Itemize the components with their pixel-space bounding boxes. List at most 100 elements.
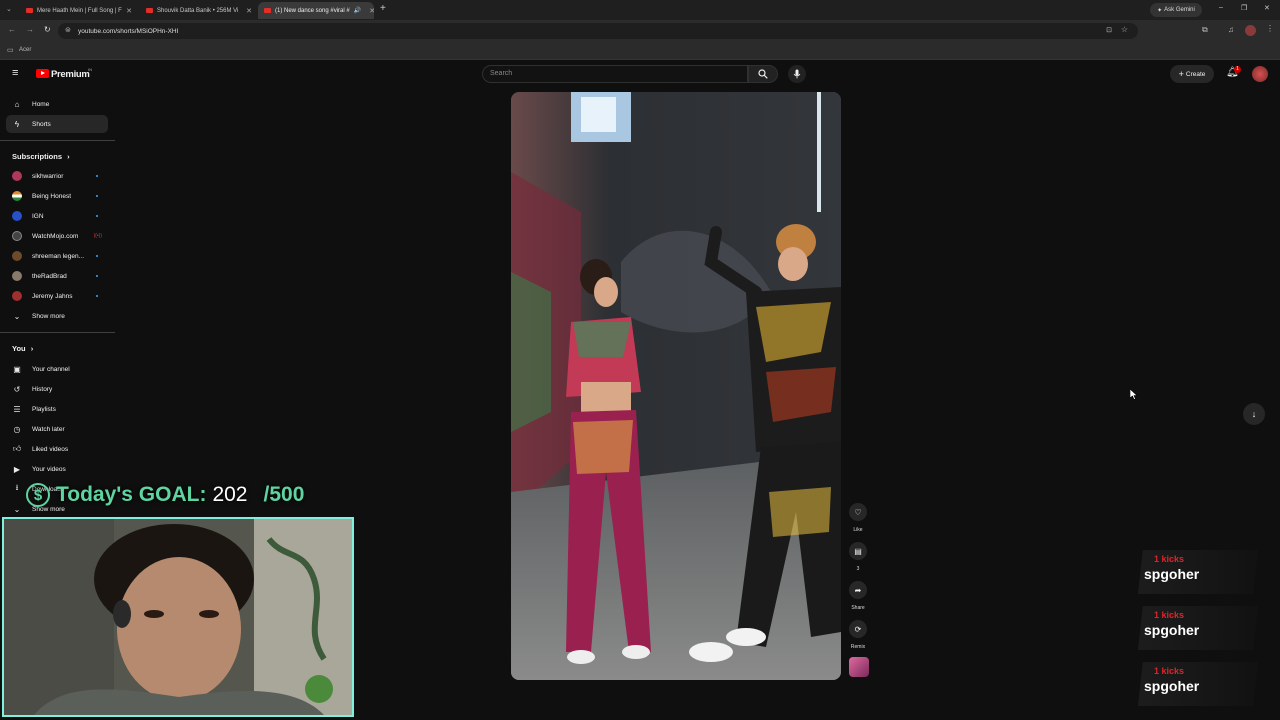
kick-username: spgoher <box>1144 622 1200 638</box>
next-short-button[interactable]: ↓ <box>1243 403 1265 425</box>
extensions-icon[interactable]: ⧉ <box>1202 25 1208 35</box>
like-icon: 👍︎ <box>12 444 22 453</box>
sidebar-item-subscription[interactable]: Being Honest <box>6 187 108 205</box>
audio-icon[interactable]: 🔊 <box>354 7 361 14</box>
plus-icon: + <box>1178 69 1184 79</box>
comment-count: 3 <box>856 566 860 572</box>
browser-tab[interactable]: Mere Haath Mein | Full Song | F ✕ <box>20 2 138 19</box>
folder-icon: ▭ <box>7 47 14 54</box>
sidebar-divider <box>0 140 115 141</box>
comments-button[interactable]: ▤ <box>849 542 867 560</box>
sidebar-item-subscription[interactable]: IGN <box>6 207 108 225</box>
url-text: youtube.com/shorts/MSiOPHn-XHI <box>78 27 179 35</box>
tab-close-icon[interactable]: ✕ <box>126 7 132 15</box>
voice-search-button[interactable] <box>788 65 806 83</box>
subscriptions-heading[interactable]: Subscriptions › <box>12 152 70 161</box>
sidebar-item-subscription[interactable]: sikhwarrior <box>6 167 108 185</box>
sound-thumbnail[interactable] <box>849 657 869 677</box>
sidebar-item-your-videos[interactable]: ▶ Your videos <box>6 460 108 478</box>
close-window-icon[interactable]: ✕ <box>1264 4 1270 12</box>
sidebar-item-subscription[interactable]: shreeman legen... <box>6 247 108 265</box>
tab-close-icon[interactable]: ✕ <box>246 7 252 15</box>
sidebar-item-subscription[interactable]: theRadBrad <box>6 267 108 285</box>
new-content-dot <box>96 195 98 197</box>
sidebar-item-liked-videos[interactable]: 👍︎ Liked videos <box>6 440 108 458</box>
minimize-icon[interactable]: – <box>1219 4 1223 11</box>
sidebar-divider <box>0 332 115 333</box>
goal-label: Today's GOAL: <box>56 483 207 506</box>
browser-tab[interactable]: Shouvik Datta Banik • 256M Vi ✕ <box>140 2 258 19</box>
youtube-favicon-icon <box>26 8 33 13</box>
youtube-favicon-icon <box>146 8 153 13</box>
webcam-overlay <box>2 517 354 717</box>
channel-avatar <box>12 211 22 221</box>
shorts-video-player[interactable] <box>511 92 841 680</box>
media-controls-icon[interactable]: ♫ <box>1228 25 1234 34</box>
bookmark-folder-acer[interactable]: Acer <box>19 47 31 53</box>
goal-target: /500 <box>263 483 305 506</box>
microphone-icon <box>793 69 801 79</box>
back-icon[interactable]: ← <box>8 25 16 34</box>
youtube-favicon-icon <box>264 8 271 13</box>
bookmark-star-icon[interactable]: ☆ <box>1121 25 1128 34</box>
like-button[interactable]: ♡ <box>849 503 867 521</box>
tab-title: Shouvik Datta Banik • 256M Vi <box>157 7 239 14</box>
clock-icon: ◷ <box>13 424 21 434</box>
sidebar-item-your-channel[interactable]: ▣ Your channel <box>6 360 108 378</box>
browser-menu-icon[interactable]: ⋮ <box>1266 24 1274 33</box>
sidebar-item-subscription[interactable]: WatchMojo.com ((•)) <box>6 227 108 245</box>
tab-list-icon[interactable]: ⌄ <box>6 5 12 13</box>
history-icon: ↺ <box>13 384 21 394</box>
new-tab-button[interactable]: + <box>380 3 386 14</box>
kick-alert: 1 kicks spgoher <box>1138 550 1258 594</box>
channel-avatar <box>12 291 22 301</box>
browser-tab-bar: ⌄ Mere Haath Mein | Full Song | F ✕ Shou… <box>0 0 1280 20</box>
new-content-dot <box>96 275 98 277</box>
chevron-right-icon: › <box>67 152 70 161</box>
like-label: Like <box>853 527 863 533</box>
sidebar-item-history[interactable]: ↺ History <box>6 380 108 398</box>
reload-icon[interactable]: ↻ <box>44 25 51 34</box>
install-icon[interactable]: ⊡ <box>1106 26 1112 34</box>
youtube-premium-logo-text[interactable]: Premium <box>51 69 90 80</box>
you-heading[interactable]: You › <box>12 344 33 353</box>
shorts-icon: ϟ <box>14 119 20 129</box>
kick-amount: 1 kicks <box>1154 666 1185 676</box>
gemini-icon: ✦ <box>1157 7 1163 14</box>
remix-button[interactable]: ⟳ <box>849 620 867 638</box>
channel-avatar <box>12 271 22 281</box>
search-input[interactable]: Search <box>482 65 748 83</box>
kick-amount: 1 kicks <box>1154 554 1185 564</box>
heart-icon: ♡ <box>854 507 862 517</box>
remix-label: Remix <box>850 644 866 650</box>
site-info-icon[interactable]: ⊜ <box>65 26 71 34</box>
playlists-icon: ☰ <box>13 404 21 414</box>
restore-icon[interactable]: ❐ <box>1241 4 1247 12</box>
sidebar-item-home[interactable]: ⌂ Home <box>6 95 108 113</box>
donation-goal-overlay: $ Today's GOAL: 202 /500 <box>26 481 304 509</box>
share-button[interactable]: ➦ <box>849 581 867 599</box>
create-button[interactable]: + Create <box>1170 65 1214 83</box>
sidebar-item-shorts[interactable]: ϟ Shorts <box>6 115 108 133</box>
channel-avatar <box>12 171 22 181</box>
sidebar-item-watch-later[interactable]: ◷ Watch later <box>6 420 108 438</box>
youtube-logo-icon[interactable] <box>36 69 49 78</box>
browser-tab-active[interactable]: (1) New dance song #viral # 🔊 ✕ <box>258 2 374 19</box>
account-avatar[interactable] <box>1252 66 1268 82</box>
show-more-button[interactable]: ⌄ Show more <box>6 307 108 325</box>
hamburger-menu-icon[interactable]: ≡ <box>12 67 18 79</box>
arrow-down-icon: ↓ <box>1251 409 1257 419</box>
kick-username: spgoher <box>1144 566 1200 582</box>
profile-avatar[interactable] <box>1245 25 1256 36</box>
ask-gemini-button[interactable]: ✦ Ask Gemini <box>1150 3 1202 17</box>
search-button[interactable] <box>748 65 778 83</box>
new-content-dot <box>96 215 98 217</box>
home-icon: ⌂ <box>14 99 20 109</box>
sidebar-item-subscription[interactable]: Jeremy Jahns <box>6 287 108 305</box>
streamer-camera-image <box>4 519 352 715</box>
sidebar-item-playlists[interactable]: ☰ Playlists <box>6 400 108 418</box>
tab-close-icon[interactable]: ✕ <box>369 7 374 15</box>
channel-avatar <box>12 251 22 261</box>
url-field[interactable]: ⊜ youtube.com/shorts/MSiOPHn-XHI ⊡ ☆ <box>58 23 1138 39</box>
forward-icon[interactable]: → <box>26 25 34 34</box>
